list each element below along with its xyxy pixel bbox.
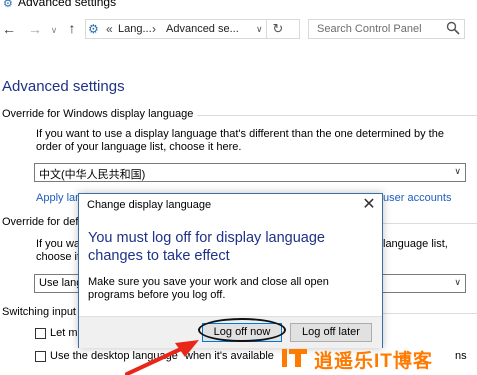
watermark: 逍遥乐IT博客 <box>280 344 477 372</box>
red-arrow-annotation <box>125 340 199 375</box>
dialog-main-instruction: You must log off for display language ch… <box>88 230 325 264</box>
chevron-down-icon: ∨ <box>454 166 461 176</box>
refresh-icon[interactable]: ↻ <box>270 21 286 37</box>
control-panel-icon: ⚙ <box>88 22 99 36</box>
apply-language-link-tail[interactable]: user accounts <box>383 192 451 204</box>
breadcrumb-language[interactable]: Lang... <box>118 23 152 35</box>
default-input-desc-line2: choose it <box>36 251 81 263</box>
up-arrow-icon[interactable]: ↑ <box>66 20 78 36</box>
close-icon[interactable]: ✕ <box>359 195 379 215</box>
watermark-text: 逍遥乐IT博客 <box>314 351 433 372</box>
apply-language-link[interactable]: Apply lan <box>36 192 81 204</box>
default-input-desc-line1-tail: language list, <box>383 238 448 250</box>
breadcrumb-overflow[interactable]: « <box>106 22 113 36</box>
desktop-language-checkbox[interactable] <box>35 351 46 362</box>
control-panel-icon: ⚙ <box>3 0 13 10</box>
dialog-title: Change display language <box>87 199 212 211</box>
display-language-value: 中文(中华人民共和国) <box>39 169 146 181</box>
group-divider <box>383 313 477 314</box>
group-divider <box>383 223 477 224</box>
display-language-description: If you want to use a display language th… <box>36 128 444 153</box>
forward-arrow-icon[interactable]: → <box>28 21 42 37</box>
search-placeholder: Search Control Panel <box>317 23 422 35</box>
address-bar[interactable]: ⚙ « Lang... › Advanced se... ∨ ↻ <box>85 19 300 39</box>
divider <box>266 20 267 38</box>
window-titlebar: ⚙ Advanced settings <box>0 0 477 14</box>
log-off-later-button[interactable]: Log off later <box>290 323 372 342</box>
chevron-down-icon: ∨ <box>454 277 461 287</box>
group-title-display-language: Override for Windows display language <box>2 108 198 120</box>
display-language-select[interactable]: 中文(中华人民共和国) ∨ <box>34 163 466 182</box>
breadcrumb-advanced-settings[interactable]: Advanced se... <box>166 23 239 35</box>
dialog-sub-text: Make sure you save your work and close a… <box>88 276 329 301</box>
dialog-titlebar: Change display language ✕ <box>79 194 382 216</box>
chevron-down-icon[interactable]: ∨ <box>49 22 59 38</box>
page-title: Advanced settings <box>2 78 125 95</box>
highlight-oval-annotation <box>198 318 286 342</box>
group-divider <box>180 115 477 116</box>
default-input-desc-line1: If you wa <box>36 238 81 250</box>
group-title-default-input: Override for defa <box>2 216 89 228</box>
default-input-value: Use lang <box>39 277 83 289</box>
window-title: Advanced settings <box>18 0 117 9</box>
search-input[interactable]: Search Control Panel <box>308 19 465 39</box>
watermark-logo-icon <box>282 349 307 367</box>
chevron-down-icon[interactable]: ∨ <box>256 24 263 35</box>
search-icon[interactable] <box>446 21 462 37</box>
let-me-checkbox[interactable] <box>35 328 46 339</box>
breadcrumb-separator: › <box>152 22 156 36</box>
back-arrow-icon[interactable]: ← <box>2 21 16 37</box>
